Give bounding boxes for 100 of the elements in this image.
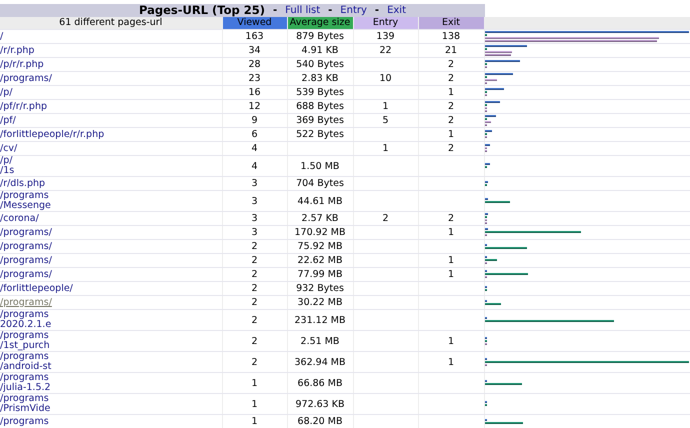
url-link[interactable]: /programs /julia-1.5.2 xyxy=(0,373,160,393)
table-cell: 2 xyxy=(222,282,287,296)
separator-dash: - xyxy=(374,4,380,17)
table-cell: 2 xyxy=(418,114,484,128)
table-cell: 688 Bytes xyxy=(287,100,353,114)
column-header: Viewed xyxy=(222,17,287,30)
table-cell: 369 Bytes xyxy=(287,114,353,128)
table-cell: 2 xyxy=(222,296,287,310)
separator-dash: - xyxy=(273,4,278,17)
table-cell: 1 xyxy=(418,254,484,268)
table-cell: 1 xyxy=(222,372,287,394)
table-cell: 540 Bytes xyxy=(287,58,353,72)
table-cell: 2.51 MB xyxy=(287,330,353,352)
url-link[interactable]: /corona/ xyxy=(0,214,160,224)
table-cell: 68.20 MB xyxy=(287,414,353,428)
table-cell: 6 xyxy=(222,128,287,142)
table-cell: 1 xyxy=(418,330,484,352)
url-link[interactable]: /programs/ xyxy=(0,256,160,266)
table-cell: 2 xyxy=(222,310,287,330)
table-cell: 2 xyxy=(222,268,287,282)
column-header: Average size xyxy=(287,17,353,30)
url-link[interactable]: /programs /android-st xyxy=(0,352,160,372)
url-link[interactable]: /programs 2020.2.1.e xyxy=(0,310,160,330)
column-header: Exit xyxy=(418,17,484,30)
url-link[interactable]: /programs/ xyxy=(0,270,160,280)
table-cell: 1.50 MB xyxy=(287,156,353,176)
table-cell: 66.86 MB xyxy=(287,372,353,394)
table-cell: 1 xyxy=(418,226,484,240)
url-link[interactable]: /programs/ xyxy=(0,298,160,308)
header-link[interactable]: Entry xyxy=(340,4,367,17)
table-cell: 3 xyxy=(222,212,287,226)
table-cell: 1 xyxy=(418,128,484,142)
table-cell: 9 xyxy=(222,114,287,128)
table-cell: 972.63 KB xyxy=(287,394,353,414)
table-cell: 4 xyxy=(222,156,287,176)
table-cell: 1 xyxy=(418,352,484,372)
table-title: Pages-URL (Top 25) xyxy=(138,4,266,17)
column-header: Entry xyxy=(353,17,418,30)
url-link[interactable]: /programs/ xyxy=(0,74,160,84)
table-cell: 704 Bytes xyxy=(287,176,353,190)
table-cell: 16 xyxy=(222,86,287,100)
table-cell: 2.57 KB xyxy=(287,212,353,226)
table-cell: 12 xyxy=(222,100,287,114)
table-cell: 2 xyxy=(418,58,484,72)
table-cell: 77.99 MB xyxy=(287,268,353,282)
table-cell: 3 xyxy=(222,226,287,240)
url-link[interactable]: /p/r/r.php xyxy=(0,60,160,70)
table-cell: 539 Bytes xyxy=(287,86,353,100)
table-cell: 1 xyxy=(353,142,418,156)
table-cell: 2 xyxy=(418,212,484,226)
url-link[interactable]: /programs xyxy=(0,416,160,426)
url-link[interactable]: /programs /PrismVide xyxy=(0,394,160,414)
url-link[interactable]: /p/ xyxy=(0,88,160,98)
url-link[interactable]: /r/r.php xyxy=(0,46,160,56)
url-link[interactable]: /cv/ xyxy=(0,144,160,154)
table-cell: 1 xyxy=(353,100,418,114)
table-cell: 1 xyxy=(418,268,484,282)
table-cell: 4 xyxy=(222,142,287,156)
url-link[interactable]: /forlittlepeople/r/r.php xyxy=(0,130,160,140)
table-cell: 522 Bytes xyxy=(287,128,353,142)
table-cell: 2 xyxy=(222,240,287,254)
table-cell: 231.12 MB xyxy=(287,310,353,330)
url-link[interactable]: /forlittlepeople/ xyxy=(0,284,160,294)
column-header: 61 different pages-url xyxy=(0,17,222,30)
table-cell: 22 xyxy=(353,44,418,58)
table-cell: 23 xyxy=(222,72,287,86)
table-cell: 139 xyxy=(353,30,418,44)
url-link[interactable]: /p/ /1s xyxy=(0,156,160,176)
url-link[interactable]: / xyxy=(0,32,160,42)
table-cell: 2 xyxy=(222,352,287,372)
header-link[interactable]: Exit xyxy=(387,4,406,17)
table-cell: 362.94 MB xyxy=(287,352,353,372)
url-link[interactable]: /programs /Messenge xyxy=(0,191,160,211)
table-cell: 22.62 MB xyxy=(287,254,353,268)
url-link[interactable]: /pf/ xyxy=(0,116,160,126)
table-cell: 75.92 MB xyxy=(287,240,353,254)
table-cell: 34 xyxy=(222,44,287,58)
table-cell: 2.83 KB xyxy=(287,72,353,86)
url-link[interactable]: /programs /1st_purch xyxy=(0,331,160,351)
table-cell: 170.92 MB xyxy=(287,226,353,240)
table-cell: 932 Bytes xyxy=(287,282,353,296)
table-cell: 138 xyxy=(418,30,484,44)
separator-dash: - xyxy=(328,4,332,17)
table-cell: 44.61 MB xyxy=(287,190,353,212)
url-link[interactable]: /programs/ xyxy=(0,228,160,238)
table-cell: 5 xyxy=(353,114,418,128)
url-link[interactable]: /programs/ xyxy=(0,242,160,252)
table-cell: 3 xyxy=(222,190,287,212)
table-cell: 2 xyxy=(222,330,287,352)
table-cell: 2 xyxy=(418,72,484,86)
table-cell: 1 xyxy=(418,86,484,100)
table-cell: 2 xyxy=(418,142,484,156)
header-link[interactable]: Full list xyxy=(285,4,320,17)
url-link[interactable]: /pf/r/r.php xyxy=(0,102,160,112)
table-cell: 3 xyxy=(222,176,287,190)
table-cell: 2 xyxy=(222,254,287,268)
table-cell: 879 Bytes xyxy=(287,30,353,44)
table-cell: 2 xyxy=(353,212,418,226)
url-link[interactable]: /r/dls.php xyxy=(0,178,160,188)
table-cell: 21 xyxy=(418,44,484,58)
